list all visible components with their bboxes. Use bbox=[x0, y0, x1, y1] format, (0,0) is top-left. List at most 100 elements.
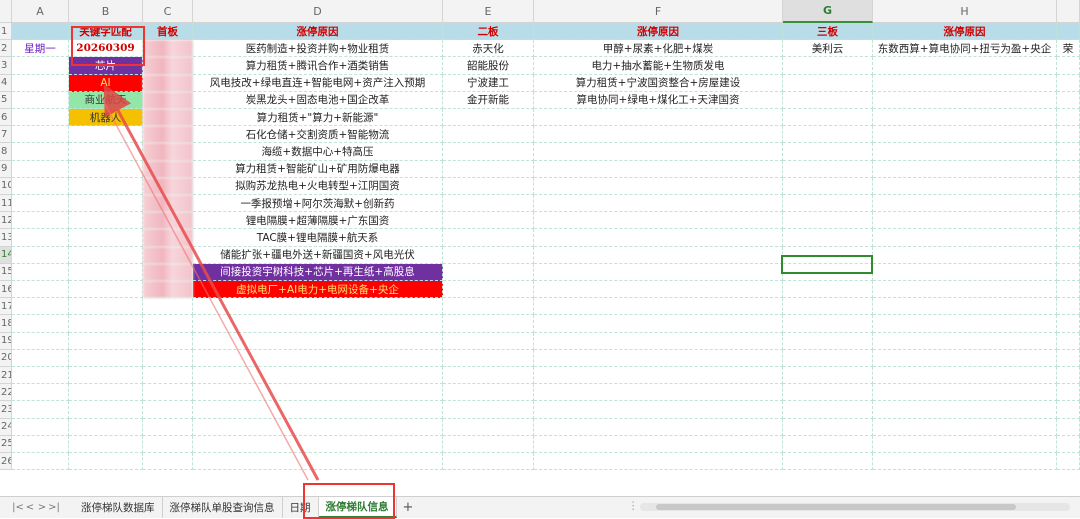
first-board-reason-cell[interactable]: 风电技改+绿电直连+智能电网+资产注入预期 bbox=[193, 74, 443, 92]
cell-d1-reason-header[interactable]: 涨停原因 bbox=[193, 23, 443, 41]
keyword-tag-cell[interactable]: 机器人 bbox=[69, 109, 143, 127]
row-number[interactable]: 20 bbox=[0, 349, 12, 367]
table-cell[interactable] bbox=[534, 160, 783, 178]
table-cell[interactable] bbox=[143, 401, 193, 419]
column-header-g[interactable]: G bbox=[783, 0, 873, 23]
table-cell[interactable] bbox=[1057, 195, 1080, 213]
row-number[interactable]: 14 bbox=[0, 246, 12, 264]
table-cell[interactable] bbox=[873, 332, 1057, 350]
second-board-reason-cell[interactable]: 算力租赁+宁波国资整合+房屋建设 bbox=[534, 74, 783, 92]
table-cell[interactable] bbox=[783, 315, 873, 333]
table-cell[interactable] bbox=[69, 160, 143, 178]
table-cell[interactable] bbox=[534, 229, 783, 247]
table-cell[interactable] bbox=[143, 418, 193, 436]
table-cell[interactable] bbox=[1057, 126, 1080, 144]
table-cell[interactable] bbox=[12, 401, 69, 419]
horizontal-scrollbar[interactable] bbox=[640, 503, 1070, 511]
first-board-reason-cell[interactable]: 储能扩张+疆电外送+新疆国资+风电光伏 bbox=[193, 246, 443, 264]
table-cell[interactable] bbox=[783, 435, 873, 453]
table-cell[interactable] bbox=[783, 177, 873, 195]
row-number[interactable]: 5 bbox=[0, 91, 12, 109]
table-cell[interactable] bbox=[534, 143, 783, 161]
cell-i2[interactable]: 荣 bbox=[1057, 40, 1080, 58]
table-cell[interactable] bbox=[12, 281, 69, 299]
cell-f2[interactable]: 甲醇+尿素+化肥+煤炭 bbox=[534, 40, 783, 58]
row-number[interactable]: 19 bbox=[0, 332, 12, 350]
first-sheet-icon[interactable]: |< bbox=[12, 502, 24, 513]
table-cell[interactable] bbox=[534, 367, 783, 385]
scrollbar-thumb[interactable] bbox=[656, 504, 1016, 510]
table-cell[interactable] bbox=[443, 332, 534, 350]
table-cell[interactable] bbox=[873, 109, 1057, 127]
column-header-i[interactable] bbox=[1057, 0, 1080, 23]
blurred-stock-cell[interactable] bbox=[143, 229, 193, 247]
row-number[interactable]: 16 bbox=[0, 281, 12, 299]
table-cell[interactable] bbox=[443, 143, 534, 161]
table-cell[interactable] bbox=[1057, 367, 1080, 385]
table-cell[interactable] bbox=[873, 74, 1057, 92]
table-cell[interactable] bbox=[1057, 177, 1080, 195]
table-cell[interactable] bbox=[443, 435, 534, 453]
first-board-reason-cell[interactable]: 拟购苏龙热电+火电转型+江阴国资 bbox=[193, 177, 443, 195]
table-cell[interactable] bbox=[443, 384, 534, 402]
cell-a1[interactable] bbox=[12, 23, 69, 41]
table-cell[interactable] bbox=[69, 298, 143, 316]
table-cell[interactable] bbox=[12, 263, 69, 281]
table-cell[interactable] bbox=[873, 177, 1057, 195]
row-number[interactable]: 1 bbox=[0, 23, 12, 41]
table-cell[interactable] bbox=[443, 418, 534, 436]
table-cell[interactable] bbox=[443, 401, 534, 419]
table-cell[interactable] bbox=[534, 315, 783, 333]
table-cell[interactable] bbox=[12, 177, 69, 195]
table-cell[interactable] bbox=[69, 332, 143, 350]
table-cell[interactable] bbox=[783, 367, 873, 385]
cell-g2[interactable]: 美利云 bbox=[783, 40, 873, 58]
table-cell[interactable] bbox=[783, 160, 873, 178]
table-cell[interactable] bbox=[783, 91, 873, 109]
first-board-reason-cell[interactable]: 虚拟电厂+AI电力+电网设备+央企 bbox=[193, 281, 443, 299]
table-cell[interactable] bbox=[534, 177, 783, 195]
table-cell[interactable] bbox=[193, 298, 443, 316]
table-cell[interactable] bbox=[12, 298, 69, 316]
table-cell[interactable] bbox=[443, 315, 534, 333]
table-cell[interactable] bbox=[69, 126, 143, 144]
cell-f1-reason-header[interactable]: 涨停原因 bbox=[534, 23, 783, 41]
table-cell[interactable] bbox=[783, 109, 873, 127]
table-cell[interactable] bbox=[12, 384, 69, 402]
tab-limitup-database[interactable]: 涨停梯队数据库 bbox=[74, 497, 163, 518]
table-cell[interactable] bbox=[443, 195, 534, 213]
table-cell[interactable] bbox=[534, 401, 783, 419]
first-board-reason-cell[interactable]: 算力租赁+腾讯合作+酒类销售 bbox=[193, 57, 443, 75]
table-cell[interactable] bbox=[873, 281, 1057, 299]
table-cell[interactable] bbox=[1057, 246, 1080, 264]
table-cell[interactable] bbox=[443, 263, 534, 281]
row-number[interactable]: 22 bbox=[0, 384, 12, 402]
row-number[interactable]: 9 bbox=[0, 160, 12, 178]
table-cell[interactable] bbox=[69, 367, 143, 385]
table-cell[interactable] bbox=[143, 298, 193, 316]
table-cell[interactable] bbox=[783, 401, 873, 419]
table-cell[interactable] bbox=[12, 126, 69, 144]
table-cell[interactable] bbox=[873, 160, 1057, 178]
table-cell[interactable] bbox=[12, 349, 69, 367]
table-cell[interactable] bbox=[12, 195, 69, 213]
table-cell[interactable] bbox=[534, 332, 783, 350]
table-cell[interactable] bbox=[534, 246, 783, 264]
table-cell[interactable] bbox=[69, 195, 143, 213]
table-cell[interactable] bbox=[69, 349, 143, 367]
table-cell[interactable] bbox=[534, 349, 783, 367]
table-cell[interactable] bbox=[873, 126, 1057, 144]
row-number[interactable]: 11 bbox=[0, 195, 12, 213]
blurred-stock-cell[interactable] bbox=[143, 109, 193, 127]
table-cell[interactable] bbox=[783, 212, 873, 230]
table-cell[interactable] bbox=[873, 384, 1057, 402]
table-cell[interactable] bbox=[783, 126, 873, 144]
row-number[interactable]: 4 bbox=[0, 74, 12, 92]
second-board-name-cell[interactable]: 韶能股份 bbox=[443, 57, 534, 75]
table-cell[interactable] bbox=[1057, 160, 1080, 178]
first-board-reason-cell[interactable]: 算力租赁+"算力+新能源" bbox=[193, 109, 443, 127]
table-cell[interactable] bbox=[193, 332, 443, 350]
table-cell[interactable] bbox=[1057, 281, 1080, 299]
table-cell[interactable] bbox=[1057, 229, 1080, 247]
row-number[interactable]: 13 bbox=[0, 229, 12, 247]
